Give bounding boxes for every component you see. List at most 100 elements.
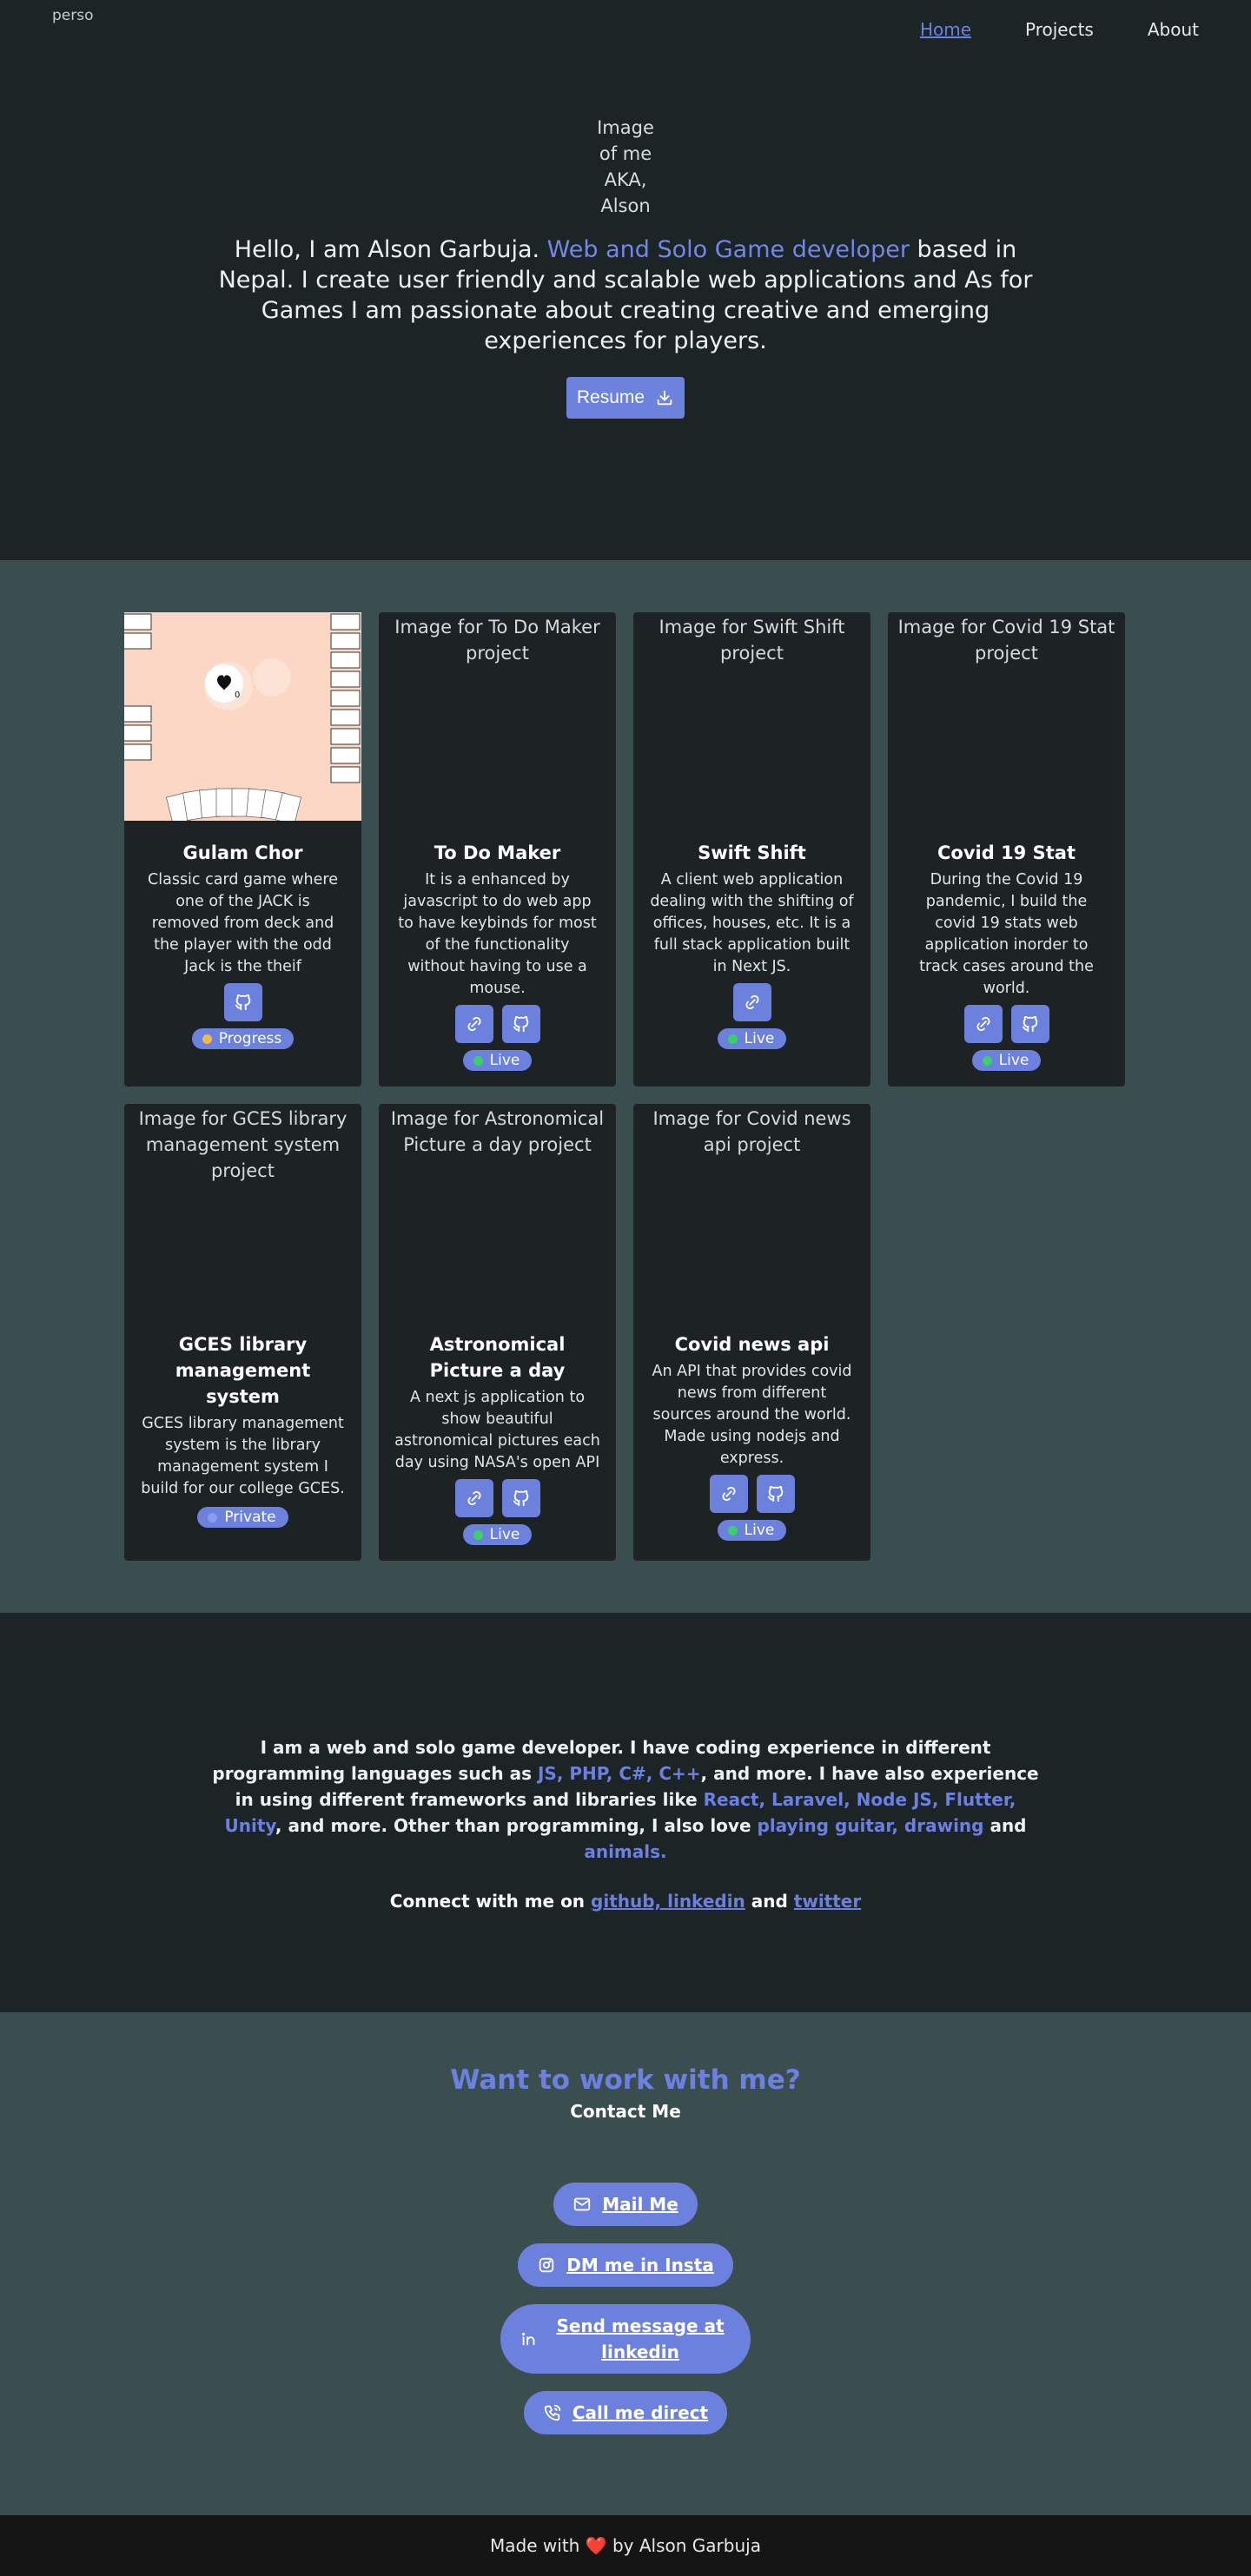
github-icon bbox=[235, 994, 250, 1011]
footer-after: by Alson Garbuja bbox=[606, 2535, 761, 2556]
project-card: Image for To Do Maker project To Do Maker… bbox=[379, 612, 616, 1087]
mail-me-button[interactable]: Mail Me bbox=[553, 2183, 698, 2226]
github-icon bbox=[513, 1489, 528, 1507]
heart-icon: ❤️ bbox=[585, 2535, 607, 2556]
insta-dm-button[interactable]: DM me in Insta bbox=[518, 2243, 733, 2287]
project-card: 0 Gulam Chor Classic card game where one o… bbox=[124, 612, 361, 1087]
call-me-button[interactable]: Call me direct bbox=[523, 2391, 728, 2434]
live-link-button[interactable] bbox=[454, 1479, 493, 1517]
svg-text:0: 0 bbox=[235, 690, 240, 700]
github-button[interactable] bbox=[1010, 1005, 1049, 1043]
project-card: Image for Astronomical Picture a day pro… bbox=[379, 1104, 616, 1561]
status-badge: Live bbox=[717, 1028, 787, 1049]
nav-about[interactable]: About bbox=[1148, 19, 1199, 40]
github-icon bbox=[1022, 1015, 1037, 1033]
contact-buttons: Mail Me DM me in Insta Send message at l… bbox=[0, 2183, 1251, 2434]
status-dot-icon bbox=[208, 1512, 218, 1522]
about-text: I am a web and solo game developer. I ha… bbox=[208, 1734, 1042, 1865]
project-description: An API that provides covid news from dif… bbox=[652, 1363, 852, 1467]
live-link-button[interactable] bbox=[732, 983, 771, 1021]
status-dot-icon bbox=[727, 1525, 738, 1536]
nav-projects[interactable]: Projects bbox=[1025, 19, 1094, 40]
gulam-chor-art: 0 bbox=[124, 612, 361, 821]
github-button[interactable] bbox=[223, 983, 262, 1021]
status-label: Private bbox=[224, 1509, 276, 1526]
connect-prefix: Connect with me on bbox=[389, 1891, 592, 1912]
project-links bbox=[888, 1005, 1125, 1043]
project-description: A client web application dealing with th… bbox=[650, 871, 854, 975]
status-dot-icon bbox=[473, 1055, 483, 1066]
status-label: Live bbox=[998, 1052, 1029, 1069]
status-label: Progress bbox=[218, 1030, 282, 1047]
project-links bbox=[124, 983, 361, 1021]
project-card: Image for Swift Shift project Swift Shift… bbox=[633, 612, 870, 1087]
status-dot-icon bbox=[727, 1034, 738, 1044]
project-image: 0 bbox=[124, 612, 361, 821]
status-label: Live bbox=[489, 1526, 520, 1543]
social-links-link[interactable]: github, linkedin bbox=[591, 1891, 745, 1912]
link-icon bbox=[721, 1486, 736, 1502]
contact-title: Want to work with me? bbox=[450, 2064, 801, 2096]
link-icon bbox=[976, 1016, 990, 1032]
call-me-label: Call me direct bbox=[572, 2402, 709, 2423]
about-animals: animals. bbox=[584, 1841, 667, 1862]
github-button[interactable] bbox=[501, 1479, 540, 1517]
about-langs: JS, PHP, C#, C++ bbox=[537, 1763, 701, 1784]
live-link-button[interactable] bbox=[709, 1475, 748, 1513]
live-link-button[interactable] bbox=[963, 1005, 1003, 1043]
about-hobbies: playing guitar, drawing bbox=[757, 1815, 984, 1836]
intro-accent: Web and Solo Game developer bbox=[546, 236, 910, 263]
github-button[interactable] bbox=[501, 1005, 540, 1043]
project-image: Image for To Do Maker project bbox=[394, 617, 600, 664]
main-nav: Home Projects About bbox=[920, 19, 1199, 40]
project-image: Image for Astronomical Picture a day pro… bbox=[390, 1108, 605, 1155]
project-description: A next js application to show beautiful … bbox=[394, 1389, 600, 1471]
project-card: Image for Covid 19 Stat project Covid 19 … bbox=[888, 612, 1125, 1087]
link-icon bbox=[467, 1490, 481, 1506]
project-title: Gulam Chor bbox=[182, 842, 303, 863]
intro-before: Hello, I am Alson Garbuja. bbox=[234, 236, 547, 263]
project-title: To Do Maker bbox=[434, 842, 561, 863]
profile-image: Image of me AKA, Alson Garbuja bbox=[597, 117, 654, 216]
status-label: Live bbox=[744, 1522, 775, 1539]
status-dot-icon bbox=[202, 1034, 212, 1044]
about-section: I am a web and solo game developer. I ha… bbox=[0, 1613, 1251, 2012]
status-label: Live bbox=[744, 1030, 775, 1047]
connect-and: and bbox=[745, 1891, 794, 1912]
status-dot-icon bbox=[473, 1529, 483, 1540]
status-badge: Live bbox=[971, 1050, 1042, 1071]
download-icon bbox=[657, 390, 672, 406]
linkedin-icon bbox=[521, 2332, 535, 2346]
twitter-link[interactable]: twitter bbox=[794, 1891, 861, 1912]
hero-intro: Hello, I am Alson Garbuja. Web and Solo … bbox=[217, 234, 1034, 356]
connect-line: Connect with me on github, linkedin and … bbox=[0, 1891, 1251, 1912]
about-and: and bbox=[983, 1815, 1027, 1836]
project-image: Image for Covid news api project bbox=[652, 1108, 851, 1155]
project-image: Image for GCES library management system… bbox=[138, 1108, 348, 1181]
linkedin-message-button[interactable]: Send message at linkedin bbox=[500, 2304, 751, 2374]
github-button[interactable] bbox=[756, 1475, 795, 1513]
status-badge: Live bbox=[462, 1050, 533, 1071]
status-badge: Progress bbox=[191, 1028, 295, 1049]
project-description: GCES library management system is the li… bbox=[141, 1415, 345, 1497]
status-label: Live bbox=[489, 1052, 520, 1069]
live-link-button[interactable] bbox=[454, 1005, 493, 1043]
about-p3: , and more. Other than programming, I al… bbox=[275, 1815, 758, 1836]
nav-home[interactable]: Home bbox=[920, 19, 971, 40]
project-description: Classic card game where one of the JACK … bbox=[148, 871, 338, 975]
linkedin-message-label: Send message at linkedin bbox=[556, 2315, 725, 2362]
insta-dm-label: DM me in Insta bbox=[566, 2255, 714, 2275]
project-title: Covid news api bbox=[674, 1334, 830, 1355]
mail-icon bbox=[574, 2197, 591, 2211]
status-dot-icon bbox=[982, 1055, 992, 1066]
resume-label: Resume bbox=[576, 387, 645, 407]
logo-image[interactable]: perso bbox=[52, 7, 96, 43]
site-footer: Made with ❤️ by Alson Garbuja bbox=[0, 2515, 1251, 2576]
link-icon bbox=[745, 994, 759, 1010]
project-links bbox=[633, 983, 870, 1021]
resume-button[interactable]: Resume bbox=[566, 377, 685, 419]
link-icon bbox=[467, 1016, 481, 1032]
project-title: Covid 19 Stat bbox=[937, 842, 1076, 863]
project-links bbox=[379, 1479, 616, 1517]
status-badge: Live bbox=[462, 1524, 533, 1545]
